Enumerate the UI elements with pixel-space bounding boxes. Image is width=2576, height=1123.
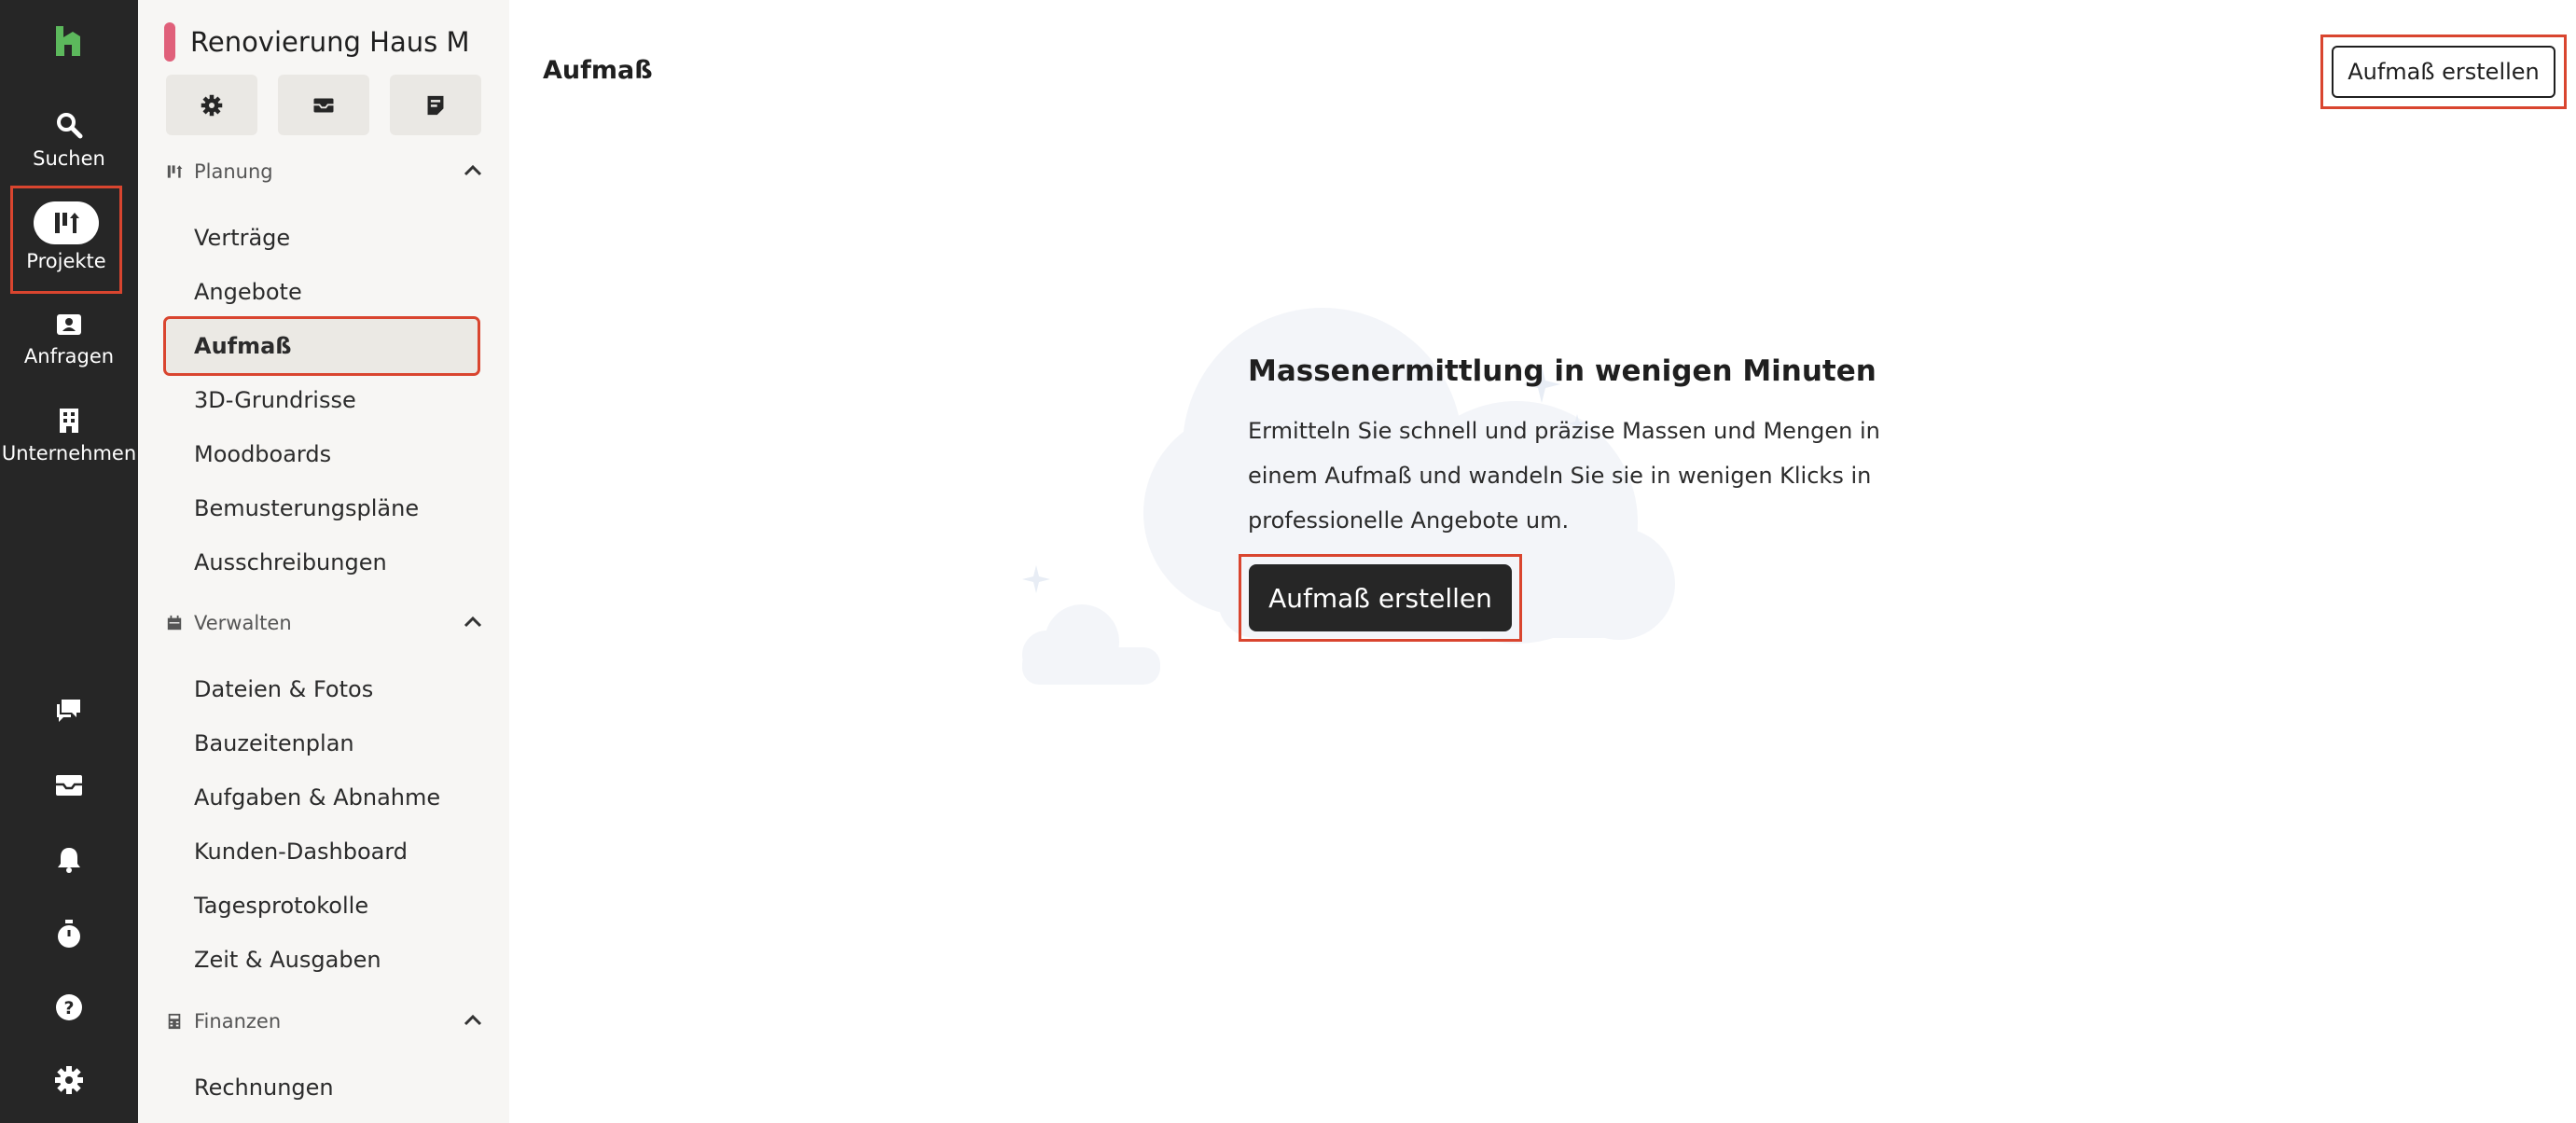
nav-item-dateien-fotos[interactable]: Dateien & Fotos bbox=[166, 662, 483, 716]
calculator-icon bbox=[168, 1013, 181, 1030]
nav-item-aufmass[interactable]: Aufmaß bbox=[163, 316, 480, 376]
inbox-icon bbox=[56, 775, 82, 796]
empty-state-title: Massenermittlung in wenigen Minuten bbox=[1248, 354, 1877, 388]
main-content: Aufmaß Aufmaß erstellen Massenermittlung… bbox=[509, 0, 2576, 1123]
nav-item-ausschreibungen[interactable]: Ausschreibungen bbox=[166, 535, 483, 589]
mail-icon bbox=[313, 98, 334, 112]
projects-icon bbox=[34, 201, 99, 244]
help-icon: ? bbox=[56, 994, 82, 1020]
nav-list-planung: Verträge Angebote Aufmaß 3D-Grundrisse M… bbox=[163, 211, 483, 589]
nav-item-zeit-ausgaben[interactable]: Zeit & Ausgaben bbox=[166, 933, 483, 987]
rail-item-notifications[interactable] bbox=[0, 845, 138, 875]
rail-item-settings[interactable] bbox=[0, 1065, 138, 1095]
contact-card-icon bbox=[57, 314, 81, 335]
section-header-planung[interactable]: Planung bbox=[166, 160, 483, 183]
rail-item-help[interactable]: ? bbox=[0, 992, 138, 1022]
search-icon bbox=[57, 113, 83, 139]
nav-item-aufgaben-abnahme[interactable]: Aufgaben & Abnahme bbox=[166, 770, 483, 825]
nav-list-finanzen: Rechnungen bbox=[166, 1061, 483, 1115]
nav-item-angebote[interactable]: Angebote bbox=[166, 265, 483, 319]
project-notes-button[interactable] bbox=[390, 75, 481, 135]
gear-icon bbox=[55, 1066, 83, 1094]
project-mail-button[interactable] bbox=[278, 75, 369, 135]
svg-text:?: ? bbox=[63, 998, 74, 1019]
nav-item-kunden-dashboard[interactable]: Kunden-Dashboard bbox=[166, 825, 483, 879]
bell-icon bbox=[58, 848, 80, 873]
chevron-up-icon[interactable] bbox=[463, 164, 483, 177]
icon-rail: Suchen Projekte Anfragen Unternehmen ? bbox=[0, 0, 138, 1123]
section-header-verwalten[interactable]: Verwalten bbox=[166, 612, 483, 634]
section-header-finanzen[interactable]: Finanzen bbox=[166, 1010, 483, 1033]
nav-item-bemusterungsplaene[interactable]: Bemusterungspläne bbox=[166, 481, 483, 535]
rail-item-label: Suchen bbox=[33, 147, 105, 170]
timer-icon bbox=[58, 920, 80, 948]
projects-icon bbox=[167, 165, 183, 178]
rail-item-inbox[interactable] bbox=[0, 772, 138, 798]
rail-item-chat[interactable] bbox=[0, 696, 138, 724]
chevron-up-icon[interactable] bbox=[463, 1014, 483, 1027]
empty-state-description: Ermitteln Sie schnell und präzise Massen… bbox=[1248, 409, 1882, 543]
chevron-up-icon[interactable] bbox=[463, 616, 483, 629]
nav-item-bauzeitenplan[interactable]: Bauzeitenplan bbox=[166, 716, 483, 770]
empty-state-text: Massenermittlung in wenigen Minuten Ermi… bbox=[1248, 354, 1882, 543]
nav-item-moodboards[interactable]: Moodboards bbox=[166, 427, 483, 481]
project-toolbar bbox=[166, 75, 481, 135]
rail-item-company[interactable]: Unternehmen bbox=[0, 407, 138, 464]
description-line: professionelle Angebote um. bbox=[1248, 507, 1570, 534]
project-name: Renovierung Haus M bbox=[190, 26, 470, 58]
building-icon bbox=[60, 409, 78, 433]
cta-highlight: Aufmaß erstellen bbox=[1239, 554, 1522, 642]
gear-icon bbox=[201, 94, 223, 116]
rail-item-timer[interactable] bbox=[0, 918, 138, 950]
project-color-marker bbox=[164, 22, 175, 62]
nav-item-tagesprotokolle[interactable]: Tagesprotokolle bbox=[166, 879, 483, 933]
note-icon bbox=[427, 95, 444, 115]
description-line: Ermitteln Sie schnell und präzise Massen… bbox=[1248, 418, 1880, 444]
project-sidebar: Renovierung Haus M Planung Verträge Ange… bbox=[138, 0, 509, 1123]
rail-item-label: Anfragen bbox=[23, 345, 115, 367]
nav-item-vertraege[interactable]: Verträge bbox=[166, 211, 483, 265]
rail-item-label: Projekte bbox=[26, 250, 106, 272]
rail-item-requests[interactable]: Anfragen bbox=[0, 312, 138, 367]
nav-item-rechnungen[interactable]: Rechnungen bbox=[166, 1061, 483, 1115]
chat-icon bbox=[57, 700, 80, 722]
rail-item-search[interactable]: Suchen bbox=[0, 110, 138, 170]
rail-item-label: Unternehmen bbox=[1, 442, 137, 464]
rail-item-projects[interactable]: Projekte bbox=[10, 186, 122, 294]
calendar-icon bbox=[167, 615, 182, 631]
nav-item-3d-grundrisse[interactable]: 3D-Grundrisse bbox=[166, 373, 483, 427]
brand-logo-icon[interactable] bbox=[52, 24, 84, 58]
section-title: Verwalten bbox=[194, 612, 292, 634]
nav-list-verwalten: Dateien & Fotos Bauzeitenplan Aufgaben &… bbox=[166, 662, 483, 987]
section-title: Planung bbox=[194, 160, 273, 183]
section-title: Finanzen bbox=[194, 1010, 282, 1033]
empty-state-create-button[interactable]: Aufmaß erstellen bbox=[1249, 564, 1512, 631]
empty-state: Massenermittlung in wenigen Minuten Ermi… bbox=[509, 0, 2576, 1123]
project-settings-button[interactable] bbox=[166, 75, 257, 135]
description-line: einem Aufmaß und wandeln Sie sie in weni… bbox=[1248, 463, 1872, 489]
project-header[interactable]: Renovierung Haus M bbox=[164, 22, 470, 62]
